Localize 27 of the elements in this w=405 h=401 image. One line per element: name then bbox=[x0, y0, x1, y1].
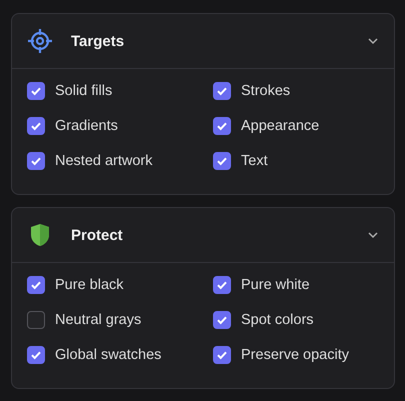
checkbox[interactable] bbox=[213, 311, 231, 329]
option-label: Neutral grays bbox=[55, 312, 142, 328]
checkbox[interactable] bbox=[27, 311, 45, 329]
option-label: Preserve opacity bbox=[241, 347, 349, 363]
checkbox[interactable] bbox=[213, 152, 231, 170]
checkbox[interactable] bbox=[27, 346, 45, 364]
crosshair-icon bbox=[27, 28, 53, 54]
option-label: Global swatches bbox=[55, 347, 162, 363]
checkbox[interactable] bbox=[27, 276, 45, 294]
checkbox[interactable] bbox=[213, 117, 231, 135]
checkbox[interactable] bbox=[213, 82, 231, 100]
option-label: Gradients bbox=[55, 118, 118, 134]
option-label: Pure white bbox=[241, 277, 310, 293]
option-label: Solid fills bbox=[55, 83, 112, 99]
option-label: Strokes bbox=[241, 83, 290, 99]
section-title: Targets bbox=[71, 32, 126, 50]
section-title: Protect bbox=[71, 226, 124, 244]
checkbox[interactable] bbox=[27, 82, 45, 100]
option-label: Text bbox=[241, 153, 268, 169]
checkbox[interactable] bbox=[27, 152, 45, 170]
option-label: Nested artwork bbox=[55, 153, 153, 169]
checkbox[interactable] bbox=[213, 346, 231, 364]
option-label: Pure black bbox=[55, 277, 124, 293]
checkbox[interactable] bbox=[27, 117, 45, 135]
option-label: Spot colors bbox=[241, 312, 314, 328]
option-label: Appearance bbox=[241, 118, 320, 134]
checkbox[interactable] bbox=[213, 276, 231, 294]
